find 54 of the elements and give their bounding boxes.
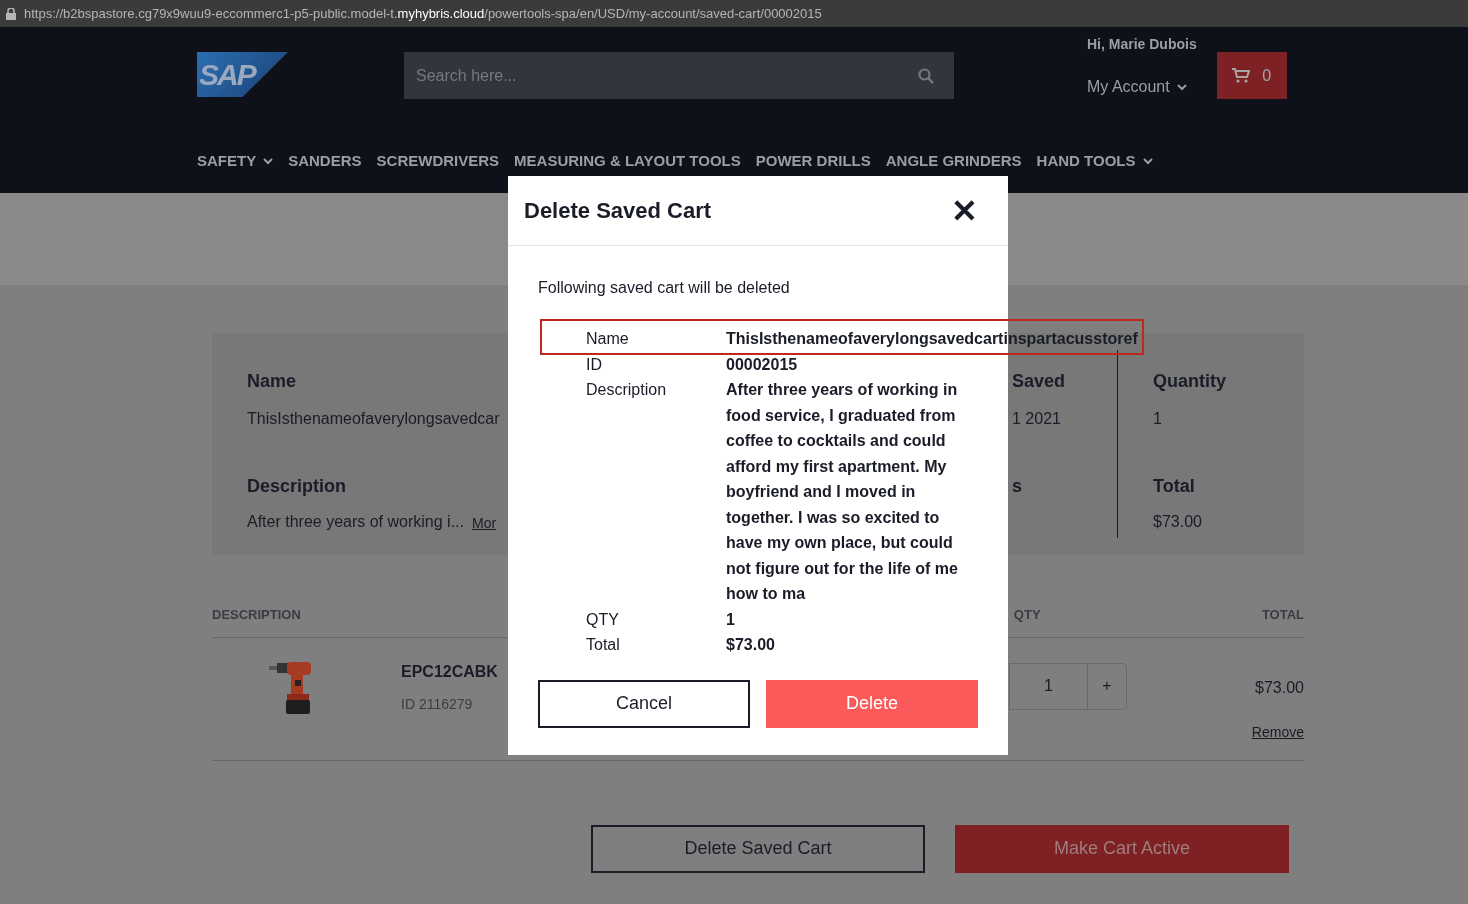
field-value: ThisIsthenameofaverylongsavedcar (247, 409, 501, 429)
nav-item[interactable]: SCREWDRIVERS (376, 150, 500, 173)
nav-item[interactable]: POWER DRILLS (755, 150, 871, 173)
detail-label: Description (586, 380, 668, 400)
detail-label: ID (586, 354, 603, 375)
field-label: Quantity (1153, 370, 1226, 393)
field-label: Name (247, 370, 298, 393)
field-value: 1 2021 (1012, 409, 1062, 429)
search-icon (918, 68, 934, 84)
nav-item[interactable]: SAFETY (197, 150, 274, 173)
quantity-value: 1 (1042, 676, 1054, 696)
detail-label: Name (586, 329, 630, 349)
account-menu[interactable]: My Account (1087, 75, 1197, 99)
delete-cart-button[interactable]: Delete Saved Cart (591, 824, 925, 873)
nav-item[interactable]: ANGLE GRINDERS (885, 150, 1022, 173)
cart-button[interactable]: 0 (1216, 52, 1287, 99)
detail-label: QTY (586, 609, 620, 630)
field-label: s (1012, 475, 1023, 498)
detail-value: After three years of working in food service, I graduated from coffee to cocktails and could afford my first apartment. My boyfriend and I moved in together. I was so excited to have my own place, but could not figure out for the life of me how to ma (726, 380, 959, 604)
detail-label: Total (586, 635, 621, 655)
field-label: Saved (1012, 370, 1067, 393)
address-bar[interactable]: https://b2bspastore.cg79x9wuu9-eccommerc1-p5-public.model-t.myhybris.cloud/powertools-spa/en/USD/my-account/saved-cart/00002015 (0, 0, 1468, 27)
field-label: Total (1153, 475, 1196, 498)
column-header: TOTAL (1261, 606, 1304, 624)
column-header: DESCRIPTION (212, 606, 301, 624)
nav-item[interactable]: MEASURING & LAYOUT TOOLS (514, 150, 741, 173)
detail-value: $73.00 (726, 635, 776, 655)
line-total: $73.00 (1255, 677, 1304, 698)
search-field[interactable]: Search here... (404, 52, 954, 99)
detail-value: 1 (726, 609, 736, 630)
nav-item[interactable]: HAND TOOLS (1036, 150, 1153, 173)
url-text: https://b2bspastore.cg79x9wuu9-eccommerc1-p5-public.model-t.myhybris.cloud/powertools-spa/en/USD/my-account/saved-cart/00002015 (24, 4, 822, 23)
increment-button[interactable]: + (1086, 663, 1126, 709)
field-value: After three years of working i... (247, 512, 464, 532)
remove-link[interactable]: Remove (1251, 721, 1304, 743)
field-value: $73.00 (1153, 512, 1203, 532)
nav-item[interactable]: SANDERS (288, 150, 362, 173)
chevron-down-icon (263, 157, 274, 165)
cart-icon (1232, 68, 1251, 83)
lock-icon (6, 7, 16, 20)
dialog-message: Following saved cart will be deleted (538, 278, 791, 298)
greeting-text: Hi, Marie Dubois (1087, 35, 1197, 54)
detail-value: 00002015 (726, 354, 799, 375)
chevron-down-icon (1142, 157, 1153, 165)
more-link[interactable]: Mor (472, 513, 497, 534)
column-header: QTY (1013, 606, 1041, 624)
field-label: Description (247, 475, 348, 498)
product-id: ID 2116279 (401, 694, 474, 714)
dialog-title: Delete Saved Cart (524, 197, 712, 225)
chevron-down-icon (1176, 83, 1187, 91)
product-name[interactable]: EPC12CABK (401, 659, 498, 684)
close-button[interactable]: ✕ (951, 194, 978, 227)
field-value: 1 (1153, 409, 1163, 429)
cancel-button[interactable]: Cancel (538, 679, 750, 728)
